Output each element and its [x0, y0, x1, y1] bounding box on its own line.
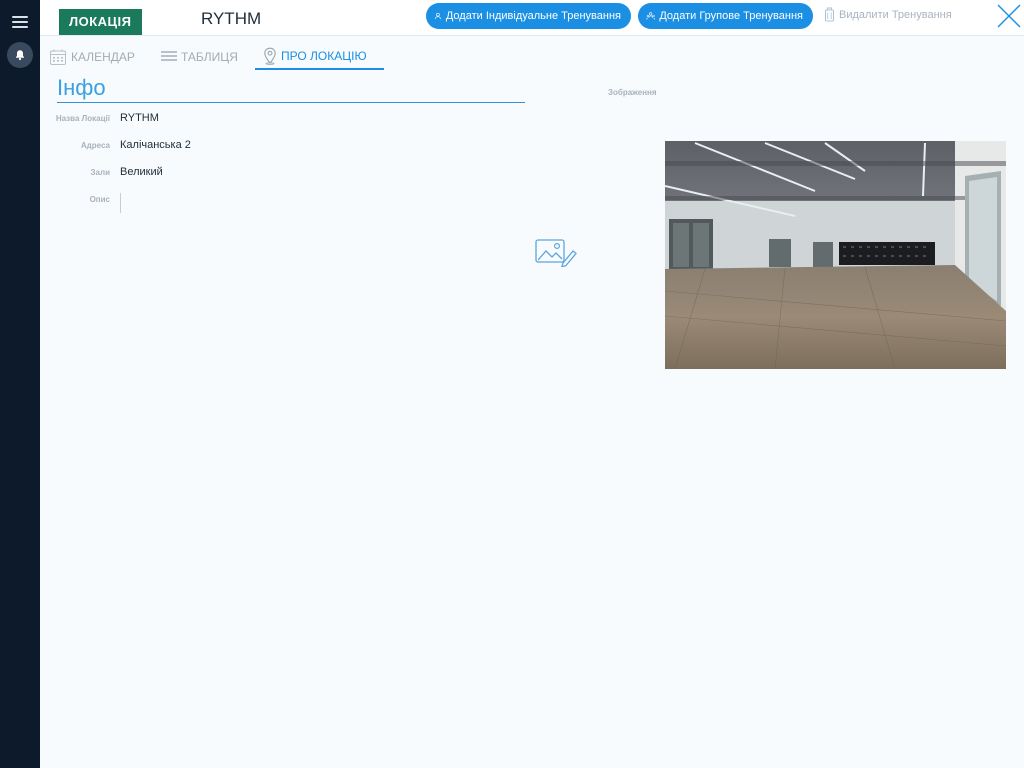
image-label: Зображення: [608, 88, 657, 97]
delete-training-label: Видалити Тренування: [839, 8, 952, 21]
add-individual-training-button[interactable]: Додати Індивідуальне Тренування: [426, 3, 631, 29]
tab-table[interactable]: ТАБЛИЦЯ: [161, 44, 243, 70]
halls-label: Зали: [90, 168, 110, 177]
tab-calendar-label: КАЛЕНДАР: [71, 50, 135, 64]
tab-calendar[interactable]: КАЛЕНДАР: [49, 44, 139, 70]
hamburger-menu-icon[interactable]: [12, 16, 28, 28]
trash-icon: [825, 7, 834, 22]
close-icon[interactable]: [996, 3, 1022, 29]
tab-about-location[interactable]: ПРО ЛОКАЦІЮ: [255, 44, 384, 70]
add-individual-training-label: Додати Індивідуальне Тренування: [445, 10, 621, 22]
edit-image-icon[interactable]: [535, 237, 577, 267]
tab-about-location-label: ПРО ЛОКАЦІЮ: [281, 49, 367, 63]
description-field[interactable]: [120, 193, 121, 213]
location-name-value: RYTHM: [120, 112, 159, 124]
top-header: ЛОКАЦІЯ RYTHM Додати Індивідуальне Трену…: [40, 0, 1024, 36]
user-icon: [434, 12, 442, 20]
address-label: Адреса: [80, 141, 110, 150]
table-icon: [161, 51, 177, 61]
notifications-bell-icon[interactable]: [7, 42, 33, 68]
group-icon: [646, 12, 656, 20]
address-value: Калічанська 2: [120, 139, 191, 151]
halls-value: Великий: [120, 166, 163, 178]
location-name-title: RYTHM: [201, 9, 262, 28]
view-tabs: КАЛЕНДАР ТАБЛИЦЯ ПРО ЛОКАЦІЮ: [40, 44, 1024, 70]
calendar-icon: [50, 49, 66, 65]
delete-training-button[interactable]: Видалити Тренування: [824, 7, 952, 22]
add-group-training-button[interactable]: Додати Групове Тренування: [638, 3, 813, 29]
location-name-label: Назва Локації: [55, 114, 110, 123]
add-group-training-label: Додати Групове Тренування: [659, 10, 803, 22]
description-label: Опис: [89, 195, 110, 204]
location-badge: ЛОКАЦІЯ: [59, 9, 142, 35]
map-pin-icon: [264, 47, 276, 65]
location-photo: [665, 141, 1006, 369]
info-section-title: Інфо: [57, 76, 525, 103]
tab-table-label: ТАБЛИЦЯ: [181, 50, 238, 64]
